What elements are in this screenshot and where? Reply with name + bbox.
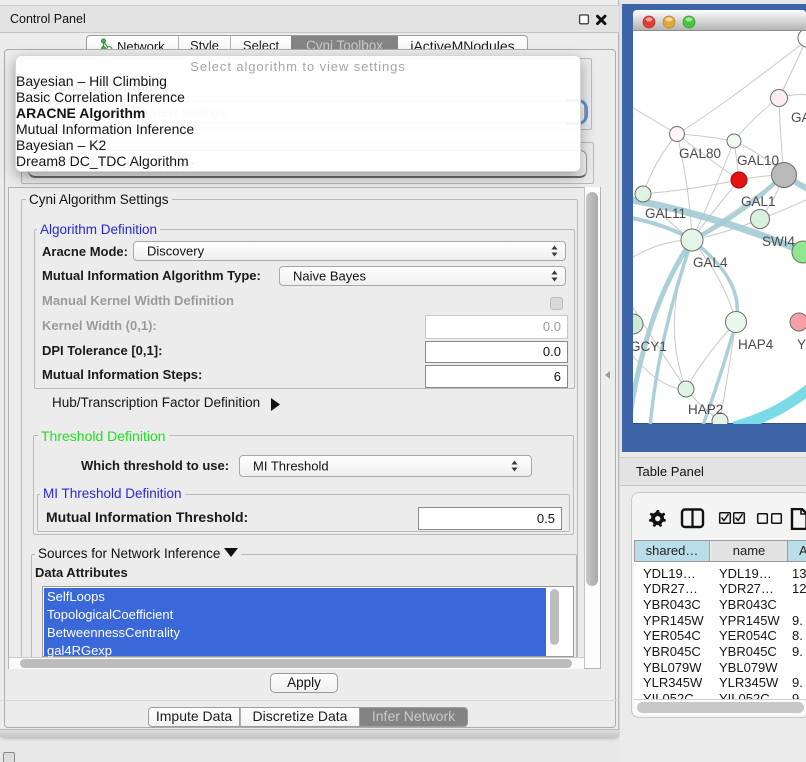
svg-text:GAL4: GAL4	[693, 255, 728, 270]
svg-text:GAL7: GAL7	[791, 110, 806, 125]
svg-text:HAP2: HAP2	[688, 402, 723, 417]
svg-text:Y: Y	[797, 337, 806, 352]
svg-text:GCY1: GCY1	[633, 339, 667, 354]
svg-text:GAL10: GAL10	[737, 153, 779, 168]
svg-text:GAL80: GAL80	[679, 146, 721, 161]
svg-text:GAL1: GAL1	[741, 194, 776, 209]
svg-text:HAP4: HAP4	[738, 337, 774, 352]
svg-text:GAL11: GAL11	[645, 206, 686, 221]
svg-text:SWI4: SWI4	[762, 234, 795, 249]
